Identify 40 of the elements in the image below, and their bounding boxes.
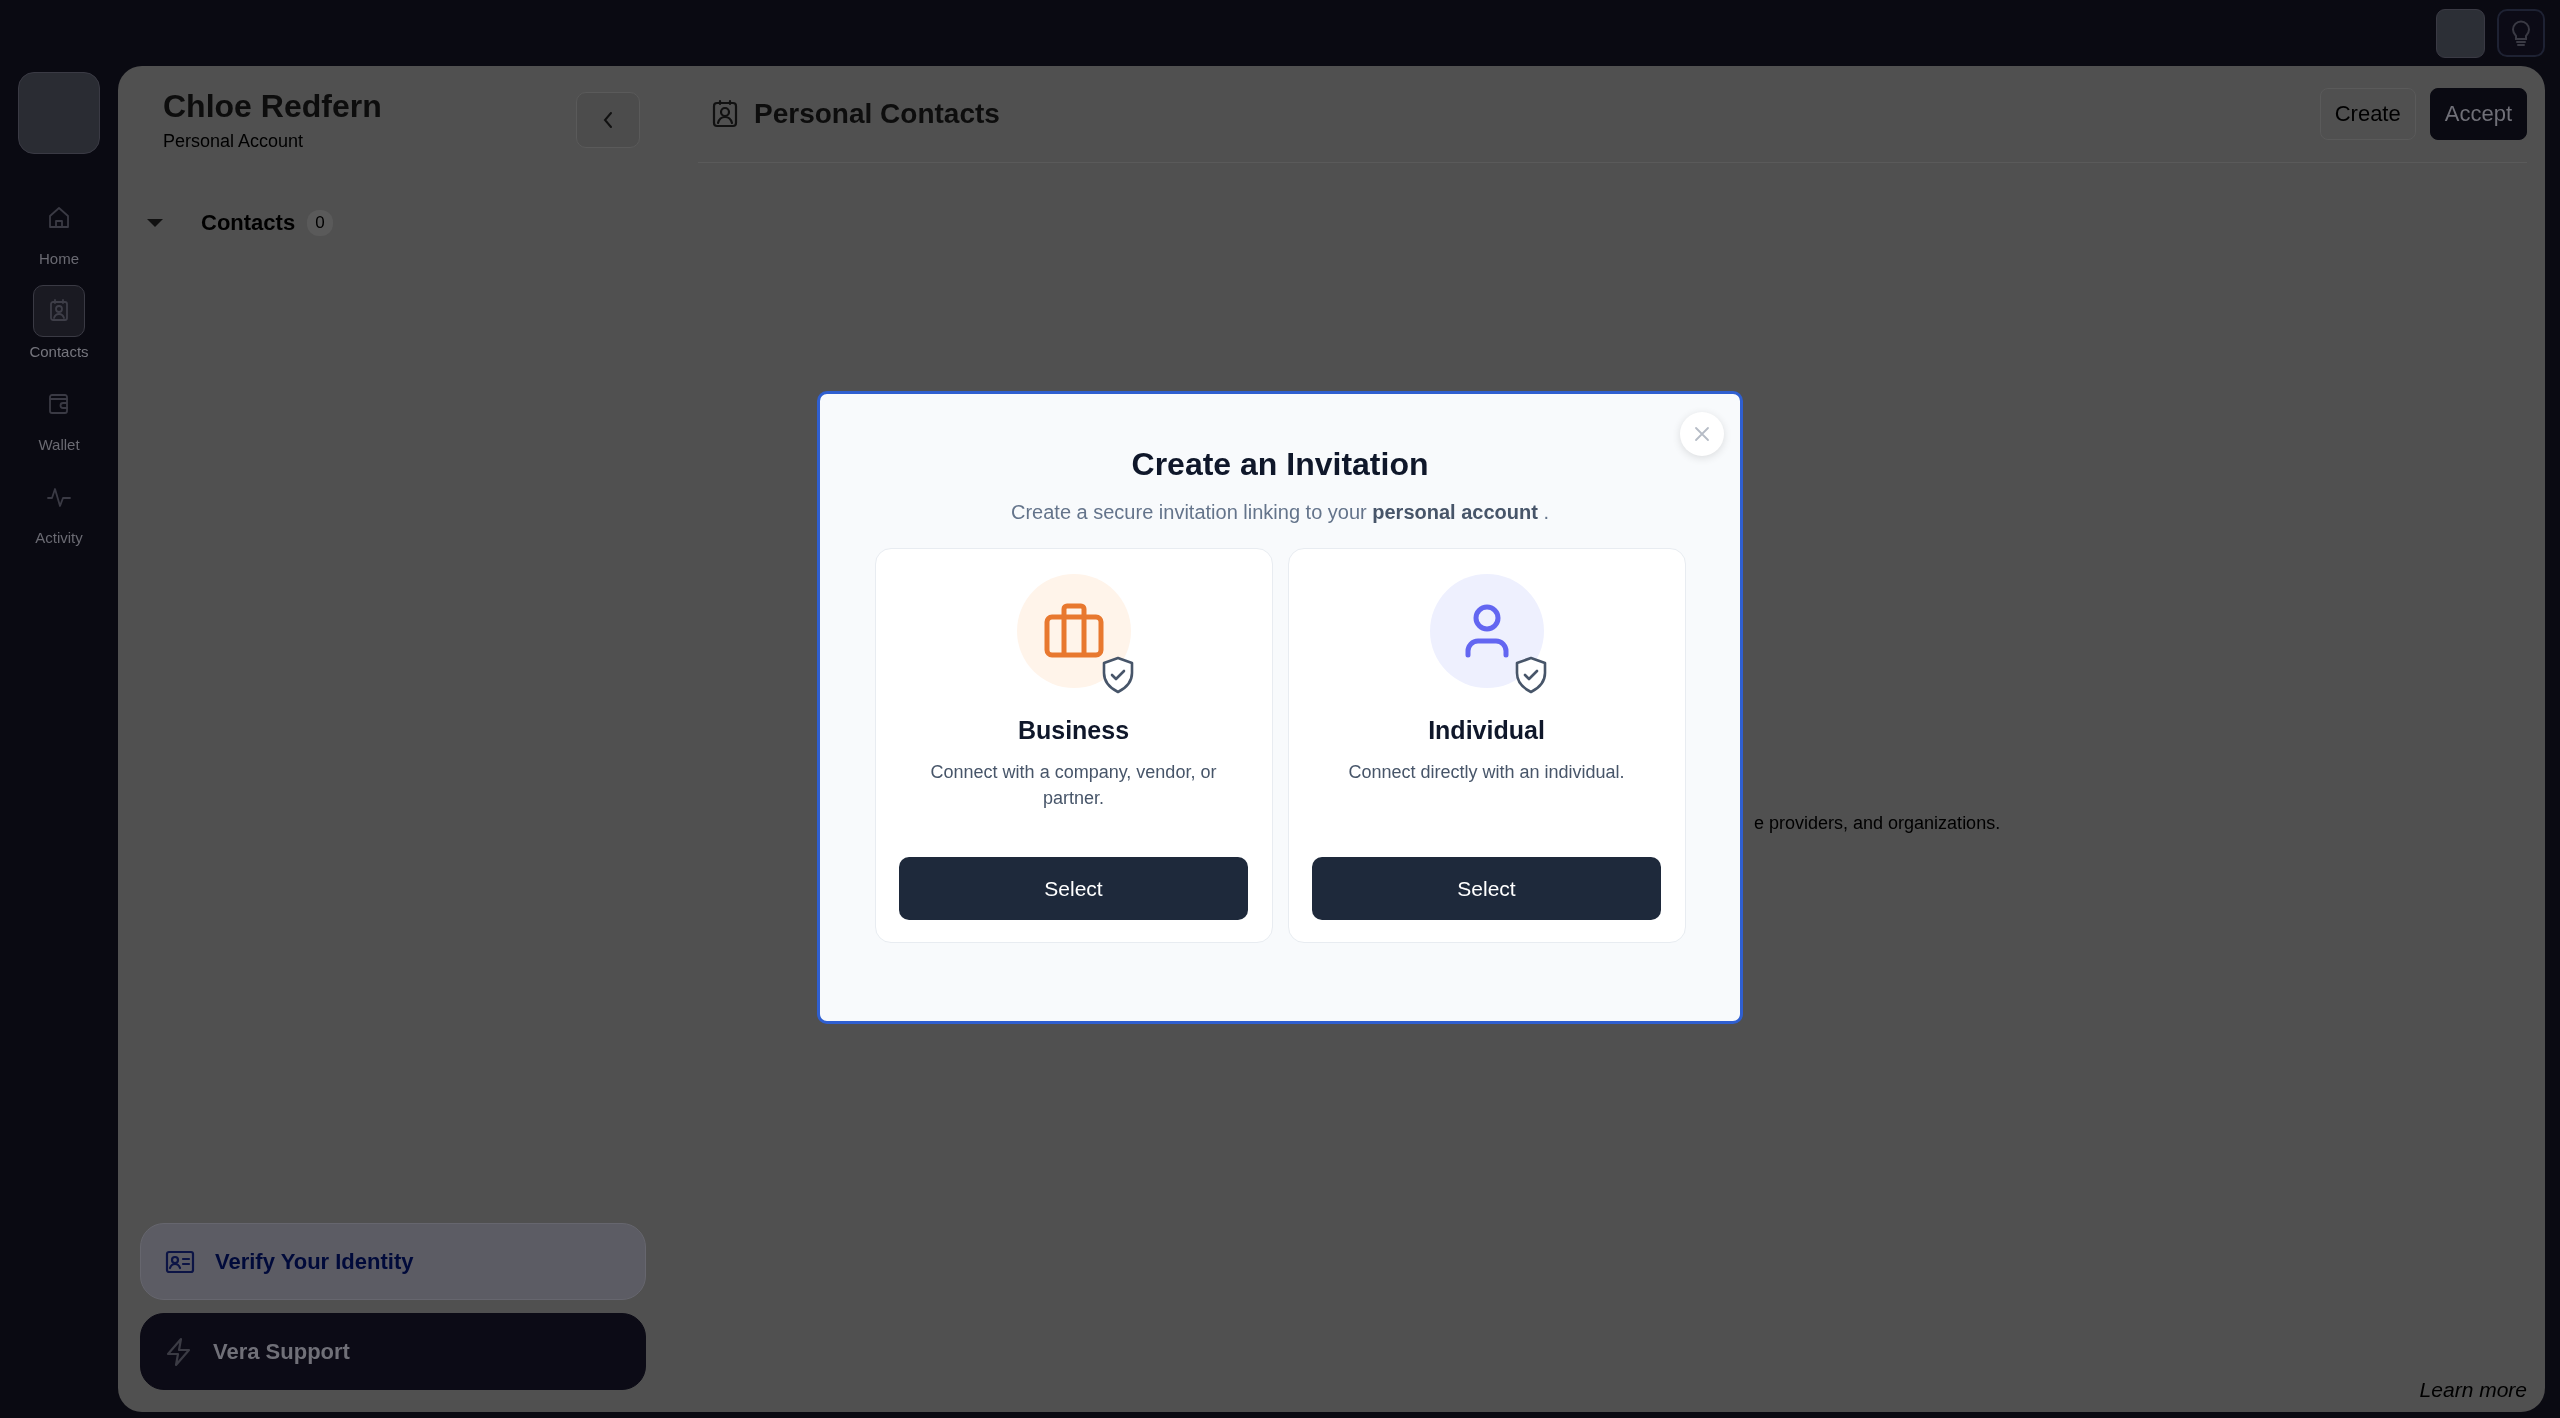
chevron-left-icon bbox=[602, 111, 614, 129]
empty-state-text: e providers, and organizations. bbox=[1754, 813, 2001, 834]
lightbulb-icon bbox=[2509, 19, 2533, 47]
shield-check-icon bbox=[1100, 656, 1135, 694]
create-button[interactable]: Create bbox=[2319, 88, 2416, 140]
lightbulb-button[interactable] bbox=[2497, 9, 2545, 57]
close-button[interactable] bbox=[1680, 412, 1724, 456]
avatar-photo-placeholder[interactable] bbox=[18, 72, 100, 154]
close-icon bbox=[1694, 426, 1710, 442]
collapse-button[interactable] bbox=[576, 92, 640, 148]
avatar-photo-placeholder[interactable] bbox=[2436, 8, 2485, 58]
page-title: Personal Contacts bbox=[754, 98, 1000, 130]
account-name: Chloe Redfern bbox=[163, 88, 382, 125]
rail-nav-item[interactable]: Contacts bbox=[9, 285, 109, 360]
select-button[interactable]: Select bbox=[1312, 857, 1661, 920]
id-card-icon bbox=[165, 1249, 195, 1274]
accept-button[interactable]: Accept bbox=[2429, 88, 2527, 140]
count-badge: 0 bbox=[307, 210, 333, 236]
select-button[interactable]: Select bbox=[899, 857, 1248, 920]
dialog-title: Create an Invitation bbox=[1131, 446, 1429, 483]
account-type: Personal Account bbox=[163, 131, 305, 152]
home-icon bbox=[46, 205, 72, 231]
option-description: Connect directly with an individual. bbox=[1347, 761, 1626, 784]
rail-nav-item[interactable]: Wallet bbox=[9, 378, 109, 453]
lightning-icon bbox=[165, 1336, 193, 1367]
verify-identity-button[interactable]: Verify Your Identity bbox=[140, 1223, 646, 1300]
briefcase-icon bbox=[1043, 603, 1104, 659]
person-icon bbox=[1463, 603, 1510, 659]
option-title: Business bbox=[1017, 716, 1130, 745]
expand-triangle-icon[interactable] bbox=[146, 218, 164, 228]
contact-book-icon bbox=[710, 99, 740, 129]
option-title: Individual bbox=[1428, 716, 1545, 745]
shield-check-icon bbox=[1513, 656, 1548, 694]
dialog-subtitle: Create a secure invitation linking to your personal account . bbox=[1010, 501, 1549, 524]
learn-more-link[interactable]: Learn more bbox=[2419, 1378, 2527, 1402]
rail-nav-item[interactable]: Activity bbox=[9, 471, 109, 546]
rail-nav-item[interactable]: Home bbox=[9, 192, 109, 267]
option-description: Connect with a company, vendor, or partner. bbox=[929, 761, 1218, 810]
group-label[interactable]: Contacts bbox=[201, 210, 296, 236]
support-button[interactable]: Vera Support bbox=[140, 1313, 646, 1390]
